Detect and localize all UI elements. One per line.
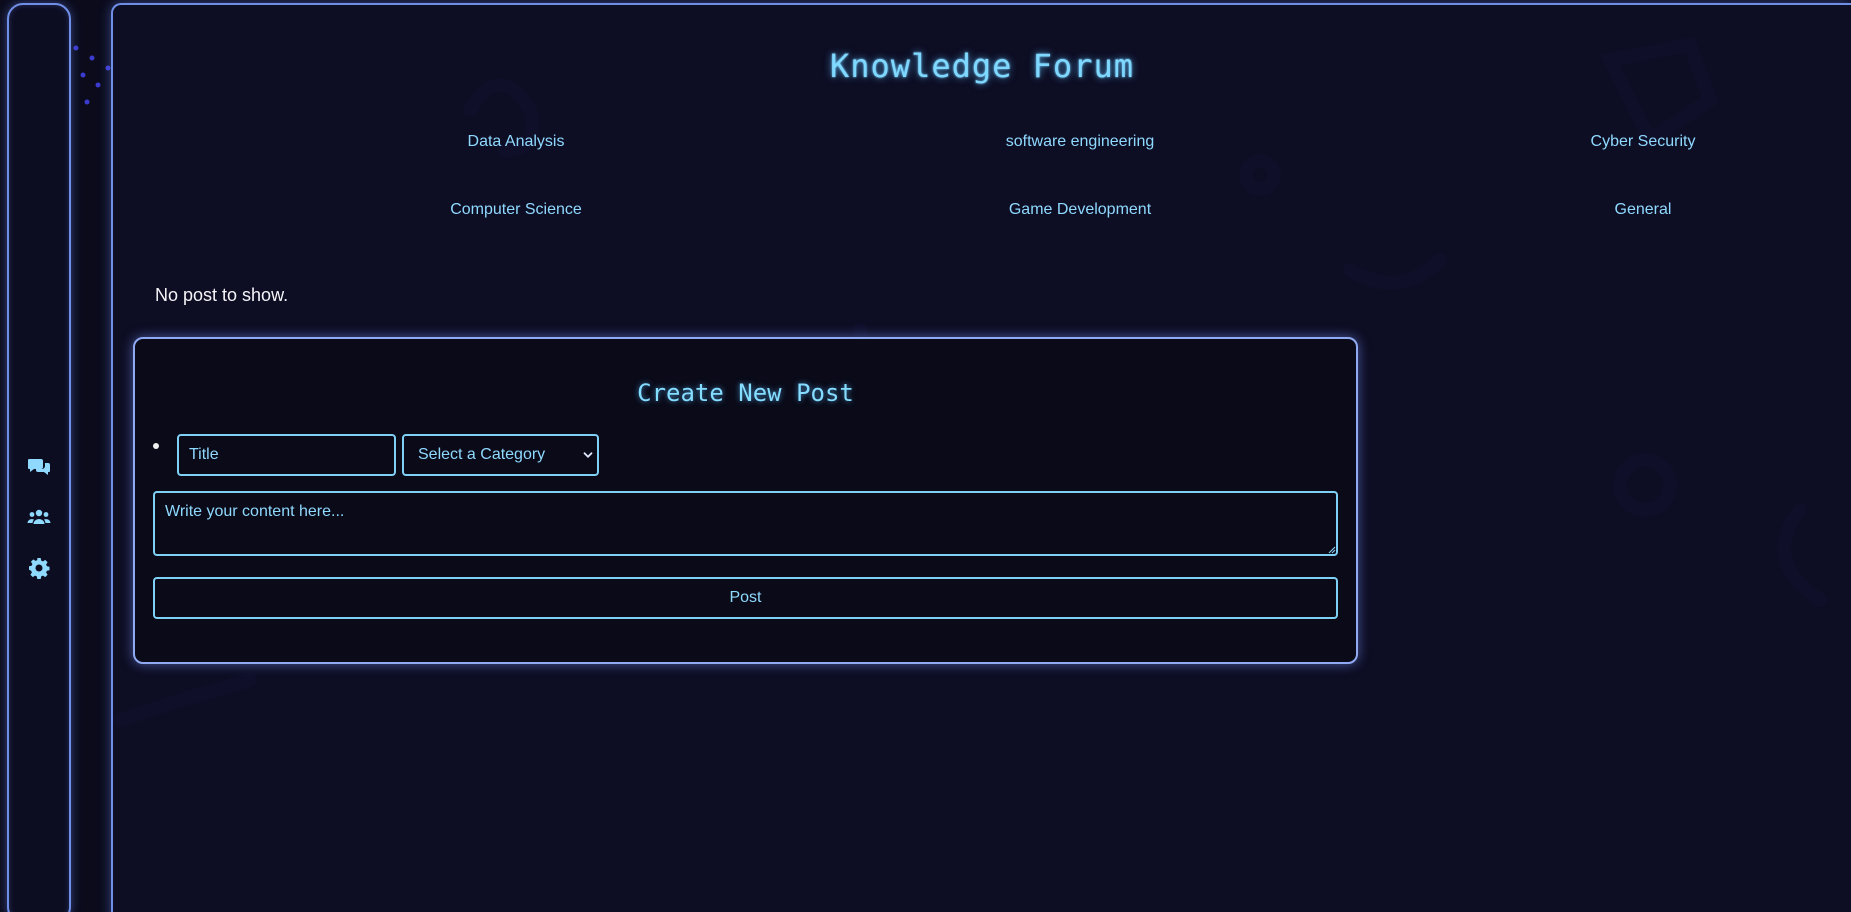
- empty-posts-message: No post to show.: [155, 285, 289, 305]
- post-button[interactable]: Post: [153, 577, 1338, 619]
- category-link-computer-science[interactable]: Computer Science: [316, 201, 716, 219]
- gear-icon[interactable]: [27, 556, 51, 580]
- content-textarea[interactable]: [153, 491, 1338, 556]
- category-link-cyber-security[interactable]: Cyber Security: [1443, 133, 1843, 151]
- chevron-down-icon: [583, 452, 593, 458]
- category-select[interactable]: Select a Category: [402, 434, 599, 476]
- category-link-general[interactable]: General: [1443, 201, 1843, 219]
- users-icon[interactable]: [27, 505, 51, 529]
- create-post-card: Create New Post Select a Category Post: [133, 337, 1358, 664]
- list-bullet: [153, 443, 159, 449]
- page-title: Knowledge Forum: [830, 47, 1134, 85]
- title-input[interactable]: [177, 434, 396, 476]
- resize-grip-icon[interactable]: [1328, 546, 1336, 554]
- category-select-value: Select a Category: [418, 446, 546, 463]
- app-window: Knowledge Forum Data Analysis software e…: [0, 0, 1851, 912]
- category-link-data-analysis[interactable]: Data Analysis: [316, 133, 716, 151]
- create-post-heading: Create New Post: [637, 379, 854, 407]
- category-link-software-engineering[interactable]: software engineering: [880, 133, 1280, 151]
- chat-icon[interactable]: [27, 455, 51, 479]
- category-link-game-development[interactable]: Game Development: [880, 201, 1280, 219]
- sidebar: [7, 3, 71, 912]
